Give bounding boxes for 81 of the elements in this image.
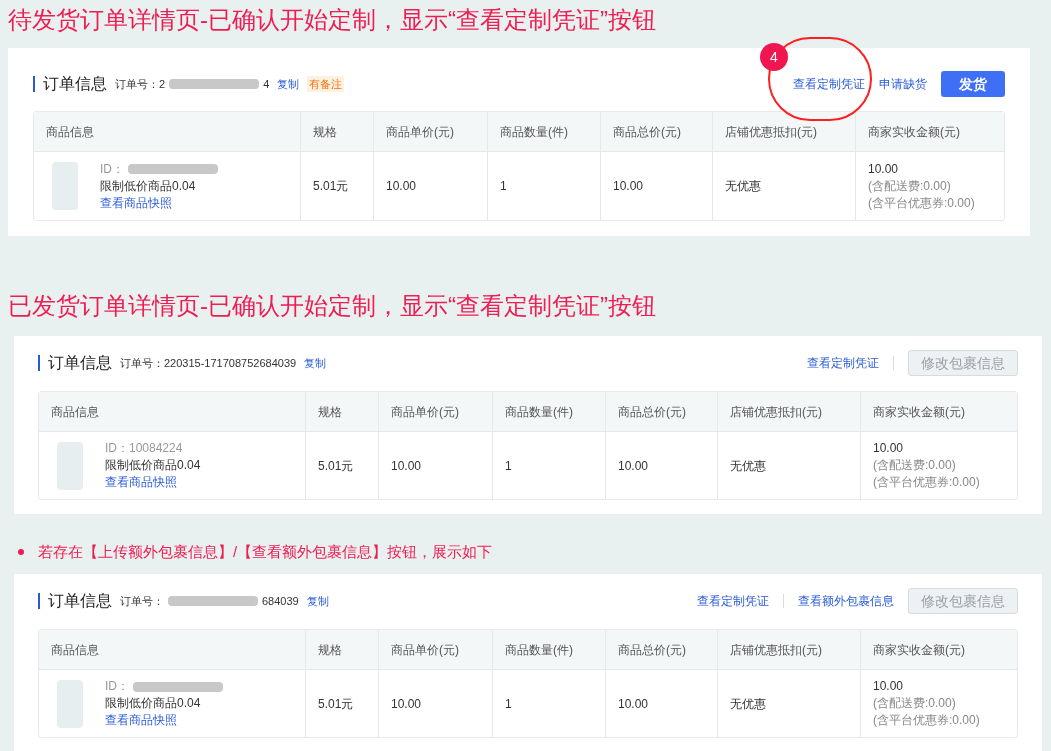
column-header: 规格 [306,392,379,431]
photo-placeholder [52,162,78,210]
action-link[interactable]: 查看额外包裹信息 [798,592,894,610]
section-title: 订单信息 [43,74,107,94]
order-number-label: 订单号： [120,355,164,371]
received-amount: 10.00 [873,440,905,457]
table-cell: 无优惠 [713,152,856,220]
received-amount: 10.00 [868,160,900,178]
remark-tag: 有备注 [307,75,345,93]
redacted-text: 2 [159,76,166,92]
redacted-text: 220315-171708752684039 [164,355,297,371]
column-header: 规格 [301,112,374,151]
table-cell: 10.00 [379,432,493,499]
received-amount: 10.00 [873,678,905,695]
column-header: 商品数量(件) [493,392,606,431]
annotation-heading: 待发货订单详情页-已确认开始定制，显示“查看定制凭证”按钮 [8,5,656,35]
column-header: 商品信息 [39,392,306,431]
ship-button[interactable]: 发货 [941,71,1005,97]
column-header: 商品信息 [39,630,306,669]
column-header: 规格 [306,630,379,669]
column-header: 商品总价(元) [601,112,713,151]
column-header: 商品单价(元) [374,112,488,151]
annotation-heading: 已发货订单详情页-已确认开始定制，显示“查看定制凭证”按钮 [8,291,656,321]
table-cell: 1 [488,152,601,220]
section-title: 订单信息 [48,591,112,611]
amount-note: (含平台优惠券:0.00) [873,712,981,729]
amount-note: (含配送费:0.00) [873,695,957,712]
table-cell: 5.01元 [306,670,379,737]
table-cell: 5.01元 [301,152,374,220]
action-link[interactable]: 查看定制凭证 [697,592,769,610]
column-header: 商品总价(元) [606,392,718,431]
table-cell: 10.00 [601,152,713,220]
copy-link[interactable]: 复制 [304,354,327,372]
redacted-text: ID： [105,678,129,695]
column-header: 商品总价(元) [606,630,718,669]
column-header: 商家实收金额(元) [867,123,961,141]
photo-placeholder [57,441,83,490]
action-link[interactable]: 申请缺货 [879,75,927,93]
photo-placeholder [57,679,83,728]
copy-link[interactable]: 复制 [277,75,300,93]
product-name: 限制低价商品0.04 [105,695,202,712]
redacted-text: 684039 [262,593,299,609]
column-header: 商品数量(件) [493,630,606,669]
snapshot-link[interactable]: 查看商品快照 [100,194,222,212]
table-cell: 1 [493,432,606,499]
column-header: 店铺优惠抵扣(元) [718,392,861,431]
amount-note: (含平台优惠券:0.00) [873,474,981,491]
column-header: 商品数量(件) [488,112,601,151]
order-number-label: 订单号： [120,593,164,609]
step-number-badge: 4 [760,43,788,71]
column-header: 商品信息 [34,112,301,151]
redacted-text: ID： [100,160,124,178]
amount-note: (含平台优惠券:0.00) [868,194,976,212]
section-title: 订单信息 [48,353,112,373]
redacted-text: ID：10084224 [105,440,183,457]
amount-note: (含配送费:0.00) [873,457,957,474]
table-cell: 10.00 [379,670,493,737]
column-header: 商品单价(元) [379,392,493,431]
column-header: 商家实收金额(元) [872,403,966,421]
action-link[interactable]: 查看定制凭证 [807,354,879,372]
table-cell: 1 [493,670,606,737]
column-header: 商家实收金额(元) [872,641,966,659]
table-cell: 10.00 [606,670,718,737]
product-name: 限制低价商品0.04 [105,457,201,474]
column-header: 商品单价(元) [379,630,493,669]
table-cell: 10.00 [374,152,488,220]
annotation-note: 若存在【上传额外包裹信息】/【查看额外包裹信息】按钮，展示如下 [38,541,493,562]
snapshot-link[interactable]: 查看商品快照 [105,712,227,729]
table-cell: 无优惠 [718,670,861,737]
redacted-text: 4 [263,76,270,92]
table-cell: 10.00 [606,432,718,499]
column-header: 店铺优惠抵扣(元) [718,630,861,669]
action-link[interactable]: 查看定制凭证 [793,75,865,93]
product-name: 限制低价商品0.04 [100,177,197,195]
snapshot-link[interactable]: 查看商品快照 [105,474,201,491]
amount-note: (含配送费:0.00) [868,177,952,195]
column-header: 店铺优惠抵扣(元) [713,112,856,151]
copy-link[interactable]: 复制 [306,592,329,610]
order-number-label: 订单号： [115,76,159,92]
table-cell: 无优惠 [718,432,861,499]
table-cell: 5.01元 [306,432,379,499]
